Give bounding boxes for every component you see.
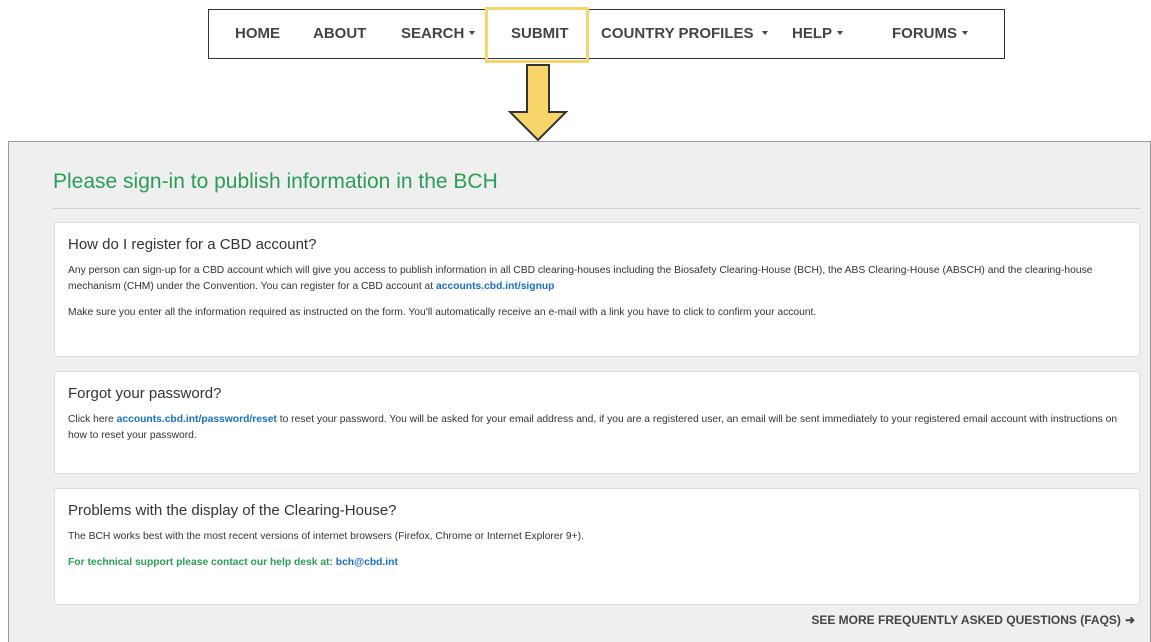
nav-about[interactable]: ABOUT <box>313 10 366 58</box>
register-heading: How do I register for a CBD account? <box>68 236 317 253</box>
nav-home[interactable]: HOME <box>235 10 280 58</box>
signup-link[interactable]: accounts.cbd.int/signup <box>436 281 554 292</box>
display-paragraph: The BCH works best with the most recent … <box>68 531 584 542</box>
support-email-link[interactable]: bch@cbd.int <box>336 557 398 568</box>
chevron-down-icon <box>761 31 768 36</box>
chevron-down-icon <box>962 31 968 36</box>
chevron-down-icon <box>469 31 476 36</box>
nav-search-label: SEARCH <box>401 25 465 42</box>
arrow-right-icon: ➜ <box>1124 613 1135 627</box>
main-navbar: HOME ABOUT SEARCH SUBMIT COUNTRY PROFILE… <box>208 9 1005 59</box>
signin-panel: Please sign-in to publish information in… <box>8 141 1151 642</box>
page-title: Please sign-in to publish information in… <box>53 170 498 193</box>
register-card: How do I register for a CBD account? Any… <box>54 222 1140 357</box>
nav-help[interactable]: HELP <box>792 10 844 58</box>
nav-search[interactable]: SEARCH <box>401 10 476 58</box>
nav-help-label: HELP <box>792 25 833 42</box>
nav-country-profiles[interactable]: COUNTRY PROFILES <box>601 10 768 58</box>
support-paragraph: For technical support please contact our… <box>68 555 1126 571</box>
faq-link-label: SEE MORE FREQUENTLY ASKED QUESTIONS (FAQ… <box>811 613 1121 627</box>
password-text-pre: Click here <box>68 414 117 425</box>
register-instructions: Make sure you enter all the information … <box>68 307 817 318</box>
down-arrow-icon <box>508 64 568 142</box>
register-paragraph: Any person can sign-up for a CBD account… <box>68 263 1126 295</box>
nav-country-profiles-label: COUNTRY PROFILES <box>601 25 754 42</box>
display-card: Problems with the display of the Clearin… <box>54 488 1140 605</box>
title-divider <box>53 208 1140 209</box>
password-heading: Forgot your password? <box>68 385 222 402</box>
faq-link[interactable]: SEE MORE FREQUENTLY ASKED QUESTIONS (FAQ… <box>811 613 1135 627</box>
password-paragraph: Click here accounts.cbd.int/password/res… <box>68 412 1126 444</box>
password-reset-link[interactable]: accounts.cbd.int/password/reset <box>117 414 277 425</box>
nav-forums-label: FORUMS <box>892 25 957 42</box>
nav-forums[interactable]: FORUMS <box>892 10 968 58</box>
register-text: Any person can sign-up for a CBD account… <box>68 265 1093 292</box>
chevron-down-icon <box>837 31 844 36</box>
support-text: For technical support please contact our… <box>68 557 336 568</box>
password-card: Forgot your password? Click here account… <box>54 371 1140 474</box>
submit-highlight-box <box>485 7 589 63</box>
display-heading: Problems with the display of the Clearin… <box>68 502 397 519</box>
